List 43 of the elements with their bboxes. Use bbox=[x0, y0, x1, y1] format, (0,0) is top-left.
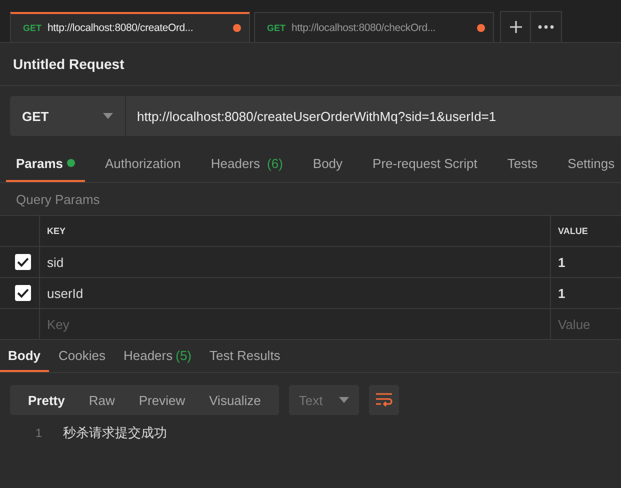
section-label: Query Params bbox=[16, 192, 100, 206]
plus-icon bbox=[508, 20, 522, 34]
method-label: GET bbox=[23, 23, 42, 33]
tab-url: http://localhost:8080/checkOrd... bbox=[292, 22, 436, 34]
param-key: userId bbox=[47, 286, 84, 300]
value-input[interactable]: Value bbox=[558, 316, 621, 332]
request-section-tab[interactable]: Settings bbox=[558, 146, 621, 182]
param-key: sid bbox=[47, 254, 64, 270]
key-input[interactable]: Key bbox=[47, 316, 550, 332]
line-number: 1 bbox=[34, 426, 42, 440]
caret-icon bbox=[103, 113, 113, 119]
method-dropdown[interactable]: GET bbox=[10, 96, 126, 136]
method-label: GET bbox=[267, 22, 286, 32]
response-tab[interactable]: Body bbox=[0, 341, 48, 372]
view-mode-button[interactable]: Pretty bbox=[16, 385, 77, 415]
column-header: KEY bbox=[47, 226, 66, 236]
url-field[interactable]: http://localhost:8080/createUserOrderWithMq?sid=1&userId=1 bbox=[126, 96, 621, 136]
response-tab[interactable]: Test Results bbox=[202, 341, 288, 372]
column-header: VALUE bbox=[558, 226, 588, 236]
request-tab[interactable]: GET http://localhost:8080/createOrd... bbox=[10, 12, 250, 42]
request-section-tab[interactable]: Authorization bbox=[94, 146, 191, 182]
view-mode-button[interactable]: Raw bbox=[76, 385, 127, 415]
response-tab[interactable]: Cookies bbox=[50, 341, 114, 372]
more-icon bbox=[538, 25, 554, 29]
checkbox[interactable] bbox=[14, 285, 30, 301]
request-section-tab[interactable]: Params bbox=[6, 146, 85, 182]
request-tab[interactable]: GET http://localhost:8080/checkOrd... bbox=[254, 12, 494, 42]
response-text: 秒杀请求提交成功 bbox=[63, 424, 167, 442]
request-title: Untitled Request bbox=[13, 56, 124, 72]
param-value: 1 bbox=[558, 254, 566, 270]
response-tab[interactable]: Headers (5) bbox=[115, 341, 200, 372]
caret-icon bbox=[338, 397, 349, 403]
request-section-tab[interactable]: Headers (6) bbox=[200, 146, 293, 182]
request-section-tab[interactable]: Body bbox=[302, 146, 353, 182]
view-mode-button[interactable]: Preview bbox=[126, 385, 198, 415]
checkbox[interactable] bbox=[14, 254, 30, 270]
view-mode-button[interactable]: Visualize bbox=[197, 385, 273, 415]
request-section-tab[interactable]: Pre-request Script bbox=[362, 146, 488, 182]
tab-url: http://localhost:8080/createOrd... bbox=[48, 22, 194, 34]
param-value: 1 bbox=[558, 286, 566, 300]
request-section-tab[interactable]: Tests bbox=[497, 146, 548, 182]
wrap-button[interactable] bbox=[368, 385, 399, 415]
wrap-lines-icon bbox=[374, 392, 393, 408]
